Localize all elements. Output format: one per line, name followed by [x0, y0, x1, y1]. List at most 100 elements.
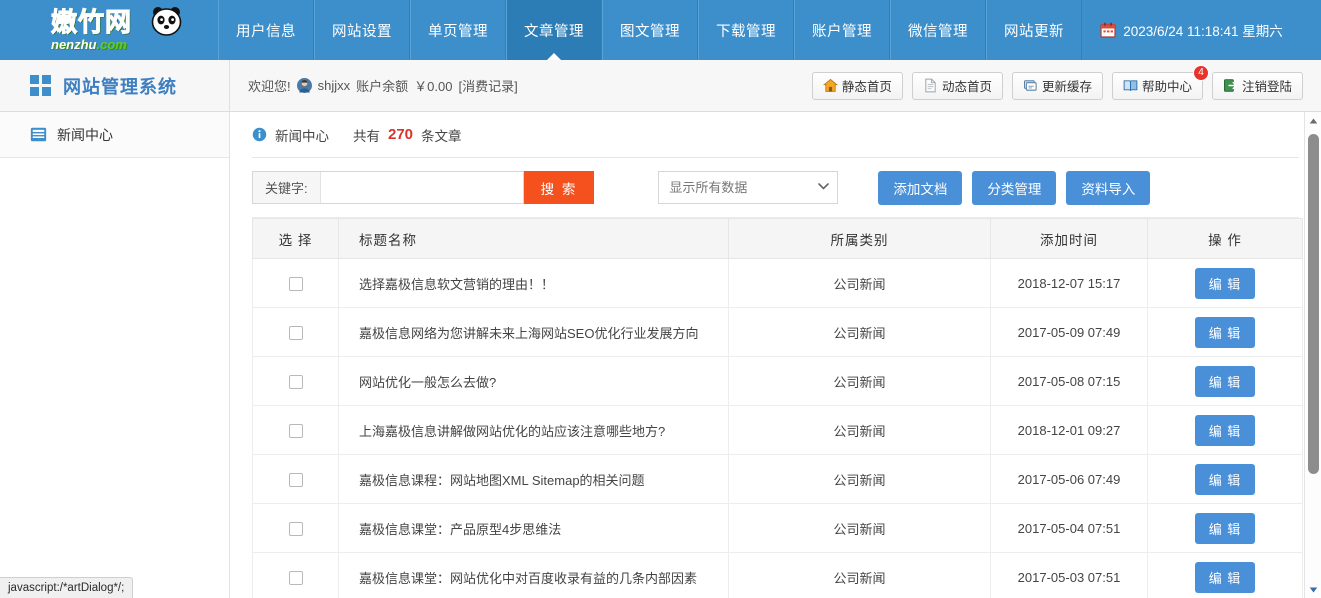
row-operation-cell: 编 辑: [1148, 455, 1303, 504]
edit-button[interactable]: 编 辑: [1195, 268, 1256, 299]
logo-en-name: nenzhu: [51, 37, 97, 52]
action-buttons: 添加文档 分类管理 资料导入: [878, 171, 1150, 205]
nav-tab-site-update[interactable]: 网站更新: [986, 0, 1082, 60]
row-title[interactable]: 选择嘉极信息软文营销的理由！！: [339, 259, 729, 308]
nav-tab-article-management[interactable]: 文章管理: [506, 0, 602, 60]
nav-tab-label: 用户信息: [236, 20, 296, 41]
row-title[interactable]: 上海嘉极信息讲解做网站优化的站应该注意哪些地方?: [339, 406, 729, 455]
system-title-text: 网站管理系统: [63, 73, 177, 99]
row-select-cell: [253, 406, 339, 455]
triangle-up-icon: [1309, 118, 1318, 124]
vertical-scrollbar[interactable]: [1304, 112, 1321, 598]
site-logo[interactable]: 嫩竹网 nenzhu.com: [0, 0, 218, 60]
edit-button[interactable]: 编 辑: [1195, 317, 1256, 348]
logo-latin-text: nenzhu.com: [39, 38, 179, 51]
row-checkbox[interactable]: [289, 473, 303, 487]
row-category: 公司新闻: [729, 406, 991, 455]
row-title[interactable]: 嘉极信息课堂：产品原型4步思维法: [339, 504, 729, 553]
logout-button[interactable]: 注销登陆: [1212, 72, 1303, 100]
status-bar-text: javascript:/*artDialog*/;: [8, 582, 124, 594]
row-select-cell: [253, 504, 339, 553]
row-select-cell: [253, 308, 339, 357]
row-category: 公司新闻: [729, 308, 991, 357]
row-checkbox[interactable]: [289, 571, 303, 585]
nav-tab-user-info[interactable]: 用户信息: [218, 0, 314, 60]
refresh-cache-button[interactable]: 更新缓存: [1012, 72, 1103, 100]
edit-button[interactable]: 编 辑: [1195, 366, 1256, 397]
nav-tab-wechat[interactable]: 微信管理: [890, 0, 986, 60]
data-import-button[interactable]: 资料导入: [1066, 171, 1150, 205]
keyword-search-group: 关键字:: [252, 171, 524, 204]
nav-tab-label: 账户管理: [812, 20, 872, 41]
edit-button[interactable]: 编 辑: [1195, 415, 1256, 446]
nav-tab-label: 微信管理: [908, 20, 968, 41]
page-body: 新闻中心 新闻中心 共有 270 条文章 关键字:: [0, 112, 1321, 598]
edit-button[interactable]: 编 辑: [1195, 464, 1256, 495]
welcome-prefix: 欢迎您!: [248, 76, 291, 95]
refresh-cache-icon: [1023, 78, 1038, 93]
row-checkbox[interactable]: [289, 375, 303, 389]
consumption-record-link[interactable]: [消费记录]: [458, 76, 517, 95]
help-center-badge: 4: [1193, 65, 1209, 81]
nav-tab-site-settings[interactable]: 网站设置: [314, 0, 410, 60]
scroll-up-arrow[interactable]: [1305, 112, 1321, 129]
top-navigation-bar: 嫩竹网 nenzhu.com 用户信息 网站设置 单页管理 文章管理 图文管: [0, 0, 1321, 60]
search-input[interactable]: [321, 172, 523, 203]
row-title[interactable]: 网站优化一般怎么去做?: [339, 357, 729, 406]
scroll-down-arrow[interactable]: [1305, 581, 1321, 598]
data-filter-select[interactable]: 显示所有数据: [658, 171, 838, 204]
nav-tab-label: 图文管理: [620, 20, 680, 41]
static-homepage-button[interactable]: 静态首页: [812, 72, 903, 100]
edit-button[interactable]: 编 辑: [1195, 513, 1256, 544]
table-body: 选择嘉极信息软文营销的理由！！ 公司新闻 2018-12-07 15:17 编 …: [253, 259, 1303, 598]
row-category: 公司新闻: [729, 504, 991, 553]
welcome-message: 欢迎您! shjjxx 账户余额 ￥0.00 [消费记录]: [230, 60, 812, 111]
nav-tab-label: 网站更新: [1004, 20, 1064, 41]
row-select-cell: [253, 455, 339, 504]
row-title[interactable]: 嘉极信息课程：网站地图XML Sitemap的相关问题: [339, 455, 729, 504]
column-header-time: 添加时间: [991, 219, 1148, 259]
add-document-button[interactable]: 添加文档: [878, 171, 962, 205]
table-row: 嘉极信息课堂：产品原型4步思维法 公司新闻 2017-05-04 07:51 编…: [253, 504, 1303, 553]
nav-tab-account[interactable]: 账户管理: [794, 0, 890, 60]
row-checkbox[interactable]: [289, 424, 303, 438]
category-management-button[interactable]: 分类管理: [972, 171, 1056, 205]
edit-button[interactable]: 编 辑: [1195, 562, 1256, 593]
row-title[interactable]: 嘉极信息网络为您讲解未来上海网站SEO优化行业发展方向: [339, 308, 729, 357]
article-count-prefix: 共有: [353, 125, 380, 145]
row-category: 公司新闻: [729, 455, 991, 504]
book-icon: [1123, 78, 1138, 93]
sidebar-item-news-center[interactable]: 新闻中心: [0, 112, 229, 158]
dynamic-homepage-button[interactable]: 动态首页: [912, 72, 1003, 100]
nav-tab-label: 文章管理: [524, 20, 584, 41]
row-select-cell: [253, 357, 339, 406]
logout-icon: [1223, 78, 1238, 93]
row-select-cell: [253, 259, 339, 308]
main-nav-tabs: 用户信息 网站设置 单页管理 文章管理 图文管理 下载管理 账户管理 微信管理 …: [218, 0, 1082, 60]
row-title[interactable]: 嘉极信息课堂：网站优化中对百度收录有益的几条内部因素: [339, 553, 729, 598]
help-center-button[interactable]: 帮助中心 4: [1112, 72, 1203, 100]
row-checkbox[interactable]: [289, 326, 303, 340]
toolbar-button-label: 静态首页: [842, 76, 892, 95]
row-category: 公司新闻: [729, 259, 991, 308]
row-time: 2018-12-07 15:17: [991, 259, 1148, 308]
row-time: 2017-05-06 07:49: [991, 455, 1148, 504]
article-count-value: 270: [388, 126, 413, 143]
secondary-bar: 网站管理系统 欢迎您! shjjxx 账户余额 ￥0.00 [消费记录] 静态首…: [0, 60, 1321, 112]
list-icon: [30, 126, 47, 143]
search-button[interactable]: 搜 索: [524, 171, 595, 204]
row-time: 2018-12-01 09:27: [991, 406, 1148, 455]
nav-tab-single-page[interactable]: 单页管理: [410, 0, 506, 60]
keyword-label: 关键字:: [253, 172, 321, 203]
row-operation-cell: 编 辑: [1148, 553, 1303, 598]
nav-tab-download[interactable]: 下载管理: [698, 0, 794, 60]
row-category: 公司新闻: [729, 357, 991, 406]
toolbar-buttons: 静态首页 动态首页 更新缓存: [812, 60, 1321, 111]
scrollbar-thumb[interactable]: [1308, 134, 1319, 474]
nav-tab-image-text[interactable]: 图文管理: [602, 0, 698, 60]
row-operation-cell: 编 辑: [1148, 357, 1303, 406]
system-title-block: 网站管理系统: [0, 60, 230, 111]
row-checkbox[interactable]: [289, 522, 303, 536]
row-time: 2017-05-08 07:15: [991, 357, 1148, 406]
row-checkbox[interactable]: [289, 277, 303, 291]
